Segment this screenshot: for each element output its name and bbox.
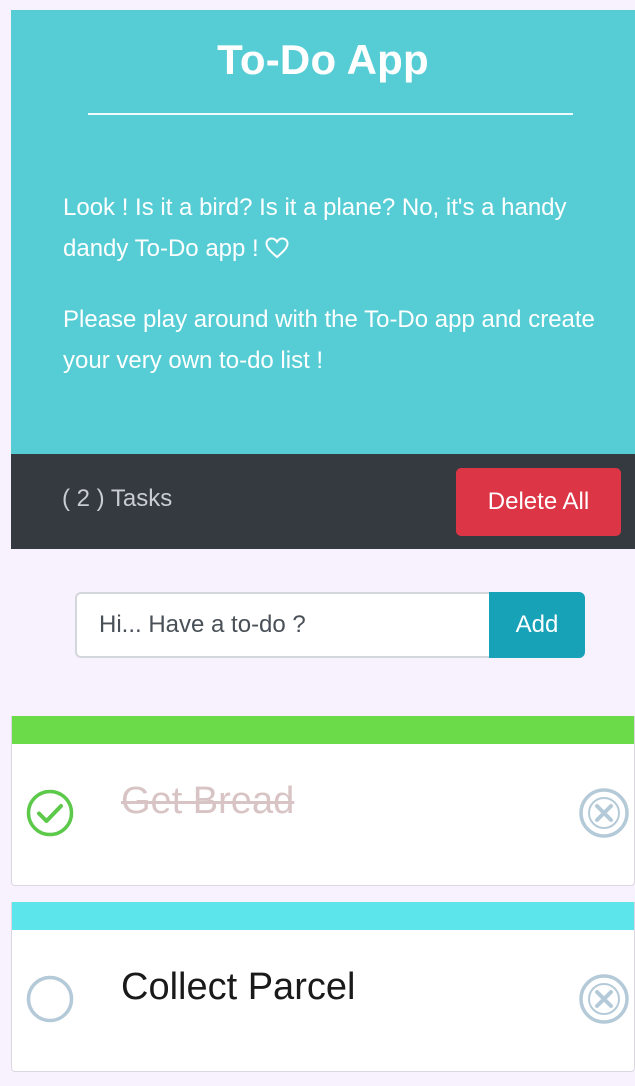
intro-text: Look ! Is it a bird? Is it a plane? No, … bbox=[63, 194, 567, 262]
task-toolbar: ( 2 ) Tasks Delete All bbox=[11, 454, 635, 549]
todo-app-page: To-Do App Look ! Is it a bird? Is it a p… bbox=[0, 0, 635, 1086]
intro-paragraph: Look ! Is it a bird? Is it a plane? No, … bbox=[63, 187, 608, 272]
todo-title: Collect Parcel bbox=[121, 966, 356, 1008]
todo-title: Get Bread bbox=[121, 780, 295, 822]
add-todo-form: Add bbox=[75, 592, 585, 658]
close-circle-icon[interactable] bbox=[577, 786, 631, 840]
check-circle-icon[interactable] bbox=[25, 788, 75, 838]
app-title: To-Do App bbox=[217, 36, 429, 83]
header-divider bbox=[88, 113, 573, 115]
task-count: ( 2 ) Tasks bbox=[62, 485, 173, 512]
todo-input[interactable] bbox=[75, 592, 489, 658]
empty-circle-icon[interactable] bbox=[25, 974, 75, 1024]
add-button[interactable]: Add bbox=[489, 592, 585, 658]
close-circle-icon[interactable] bbox=[577, 972, 631, 1026]
todo-status-strip bbox=[12, 902, 634, 930]
todo-card: Get Bread bbox=[11, 716, 635, 886]
app-header: To-Do App Look ! Is it a bird? Is it a p… bbox=[11, 10, 635, 454]
todo-card: Collect Parcel bbox=[11, 902, 635, 1072]
instructions-paragraph: Please play around with the To-Do app an… bbox=[63, 306, 595, 374]
todo-status-strip bbox=[12, 716, 634, 744]
heart-outline-icon bbox=[265, 231, 289, 272]
delete-all-button[interactable]: Delete All bbox=[456, 468, 621, 536]
